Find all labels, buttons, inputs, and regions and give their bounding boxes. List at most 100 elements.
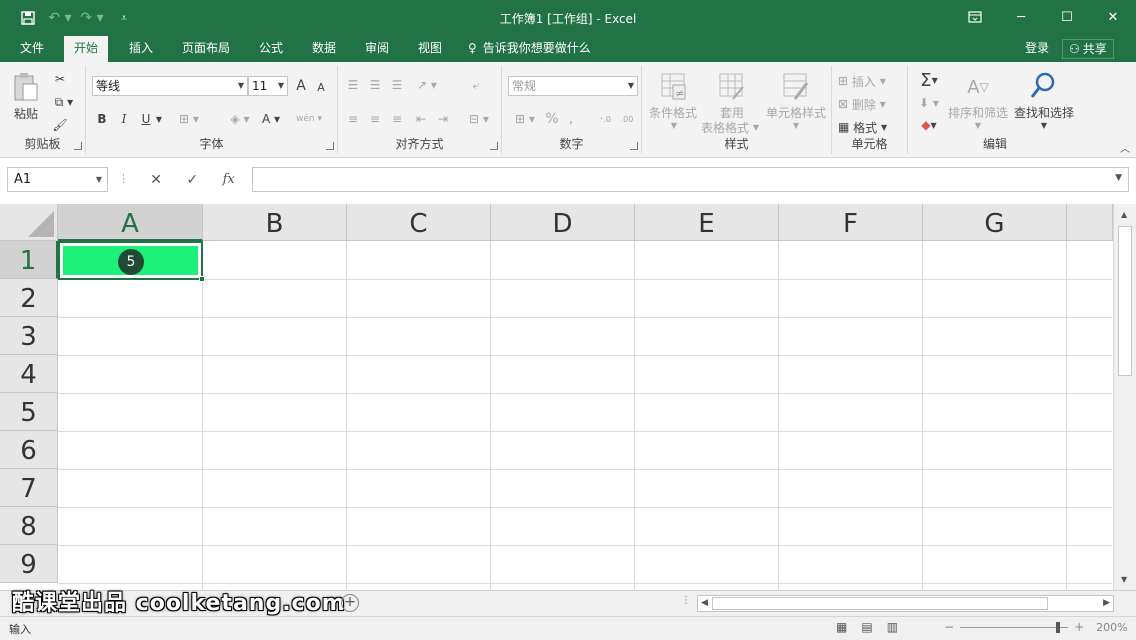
- row-header-5[interactable]: 5: [0, 393, 58, 431]
- fill-handle[interactable]: [199, 276, 205, 282]
- column-header-g[interactable]: G: [923, 204, 1067, 241]
- scroll-down-icon[interactable]: ▼: [1121, 575, 1127, 584]
- select-all-button[interactable]: [0, 204, 58, 241]
- align-left-icon[interactable]: ≡: [344, 110, 362, 128]
- increase-decimal-icon[interactable]: ⁺.0: [596, 110, 614, 128]
- formula-bar-divider[interactable]: ⋮: [118, 172, 129, 185]
- close-icon[interactable]: ✕: [1090, 0, 1136, 34]
- grow-font-button[interactable]: A: [293, 77, 309, 95]
- page-layout-view-icon[interactable]: ▤: [861, 620, 872, 634]
- row-header-1[interactable]: 1: [0, 241, 58, 279]
- add-sheet-button[interactable]: +: [341, 594, 359, 612]
- zoom-level[interactable]: 200%: [1096, 621, 1127, 634]
- orientation-icon[interactable]: ↗ ▾: [414, 76, 440, 94]
- wrap-text-icon[interactable]: ⤶: [466, 76, 486, 94]
- tab-split-handle[interactable]: ⋮: [681, 595, 691, 606]
- column-header-partial[interactable]: [1067, 204, 1113, 241]
- chevron-down-icon[interactable]: ▼: [1115, 173, 1122, 183]
- font-color-button[interactable]: A ▾: [258, 110, 284, 128]
- page-break-view-icon[interactable]: ▥: [887, 620, 898, 634]
- font-size-select[interactable]: 11 ▼: [248, 76, 288, 96]
- sort-filter-icon[interactable]: A ▽: [962, 72, 994, 102]
- underline-button[interactable]: U: [138, 110, 154, 128]
- format-as-table-label-2[interactable]: 表格格式 ▼: [698, 119, 762, 135]
- percent-button[interactable]: %: [544, 110, 560, 128]
- find-select-icon[interactable]: [1028, 70, 1058, 102]
- vertical-scroll-thumb[interactable]: [1118, 226, 1132, 376]
- decrease-indent-icon[interactable]: ⇤: [412, 110, 430, 128]
- comma-button[interactable]: ,: [564, 110, 578, 128]
- paste-icon[interactable]: [10, 70, 42, 104]
- paste-label[interactable]: 粘贴: [10, 105, 42, 121]
- number-launcher-icon[interactable]: [630, 142, 638, 150]
- cancel-icon[interactable]: ✕: [150, 172, 162, 188]
- name-box[interactable]: A1 ▼: [7, 167, 108, 192]
- ribbon-display-icon[interactable]: [952, 0, 998, 34]
- shrink-font-button[interactable]: A: [314, 79, 328, 95]
- horizontal-scroll-thumb[interactable]: [712, 597, 1048, 610]
- row-header-7[interactable]: 7: [0, 469, 58, 507]
- worksheet-grid[interactable]: A B C D E F G 1 2 3 4 5 6 7 8 9 5 ▲ ▼: [0, 204, 1136, 590]
- increase-indent-icon[interactable]: ⇥: [434, 110, 452, 128]
- font-name-select[interactable]: 等线 ▼: [92, 76, 248, 96]
- border-icon[interactable]: ⊞ ▾: [176, 110, 202, 128]
- row-header-3[interactable]: 3: [0, 317, 58, 355]
- row-header-4[interactable]: 4: [0, 355, 58, 393]
- scroll-right-icon[interactable]: ▶: [1103, 596, 1110, 611]
- zoom-out-icon[interactable]: −: [944, 620, 954, 634]
- tab-home[interactable]: 开始: [64, 36, 109, 62]
- zoom-in-icon[interactable]: +: [1074, 620, 1084, 634]
- alignment-launcher-icon[interactable]: [490, 142, 498, 150]
- tab-review[interactable]: 审阅: [355, 36, 399, 62]
- zoom-slider-knob[interactable]: [1056, 621, 1061, 633]
- horizontal-scrollbar[interactable]: ◀ ▶: [697, 595, 1114, 612]
- format-as-table-icon[interactable]: [718, 72, 746, 102]
- fill-color-icon[interactable]: ◈ ▾: [226, 110, 254, 128]
- row-header-9[interactable]: 9: [0, 545, 58, 583]
- chevron-down-icon[interactable]: ▼: [154, 110, 164, 128]
- phonetic-button[interactable]: wén ▾: [292, 110, 326, 128]
- clipboard-launcher-icon[interactable]: [74, 142, 82, 150]
- row-header-6[interactable]: 6: [0, 431, 58, 469]
- merge-center-icon[interactable]: ⊟ ▾: [464, 110, 494, 128]
- row-header-8[interactable]: 8: [0, 507, 58, 545]
- insert-function-button[interactable]: fx: [223, 172, 235, 187]
- column-header-e[interactable]: E: [635, 204, 779, 241]
- cut-icon[interactable]: ✂: [50, 70, 70, 88]
- login-link[interactable]: 登录: [1025, 36, 1049, 60]
- column-header-b[interactable]: B: [203, 204, 347, 241]
- minimize-icon[interactable]: ─: [998, 0, 1044, 34]
- format-cells-button[interactable]: ▦ 格式 ▼: [838, 118, 904, 136]
- align-top-icon[interactable]: ☰: [344, 76, 362, 94]
- scroll-left-icon[interactable]: ◀: [701, 596, 708, 611]
- italic-button[interactable]: I: [116, 110, 132, 128]
- conditional-format-icon[interactable]: ≠: [660, 72, 688, 102]
- align-center-icon[interactable]: ≡: [366, 110, 384, 128]
- copy-icon[interactable]: ⧉ ▾: [50, 93, 78, 111]
- align-bottom-icon[interactable]: ☰: [388, 76, 406, 94]
- cell-styles-icon[interactable]: [782, 72, 810, 102]
- number-format-select[interactable]: 常规 ▼: [508, 76, 638, 96]
- align-right-icon[interactable]: ≡: [388, 110, 406, 128]
- insert-cells-button[interactable]: ⊞ 插入 ▼: [838, 72, 904, 90]
- font-launcher-icon[interactable]: [326, 142, 334, 150]
- tell-me-box[interactable]: ♀ 告诉我你想要做什么: [468, 36, 591, 60]
- delete-cells-button[interactable]: ⊠ 删除 ▼: [838, 95, 904, 113]
- collapse-ribbon-icon[interactable]: ︿: [1120, 140, 1130, 155]
- enter-icon[interactable]: ✓: [186, 172, 198, 188]
- clear-icon[interactable]: ◆ ▼: [914, 116, 944, 134]
- tab-view[interactable]: 视图: [408, 36, 452, 62]
- column-header-d[interactable]: D: [491, 204, 635, 241]
- fill-icon[interactable]: ⬇ ▾: [914, 94, 944, 112]
- align-middle-icon[interactable]: ☰: [366, 76, 384, 94]
- vertical-scrollbar[interactable]: ▲ ▼: [1113, 204, 1136, 590]
- column-header-a[interactable]: A: [58, 204, 203, 241]
- tab-file[interactable]: 文件: [10, 36, 54, 62]
- tab-insert[interactable]: 插入: [119, 36, 163, 62]
- zoom-slider[interactable]: [960, 621, 1069, 633]
- tab-formulas[interactable]: 公式: [249, 36, 293, 62]
- decrease-decimal-icon[interactable]: .00: [618, 110, 636, 128]
- formula-input[interactable]: ▼: [252, 167, 1129, 192]
- bold-button[interactable]: B: [94, 110, 110, 128]
- column-header-c[interactable]: C: [347, 204, 491, 241]
